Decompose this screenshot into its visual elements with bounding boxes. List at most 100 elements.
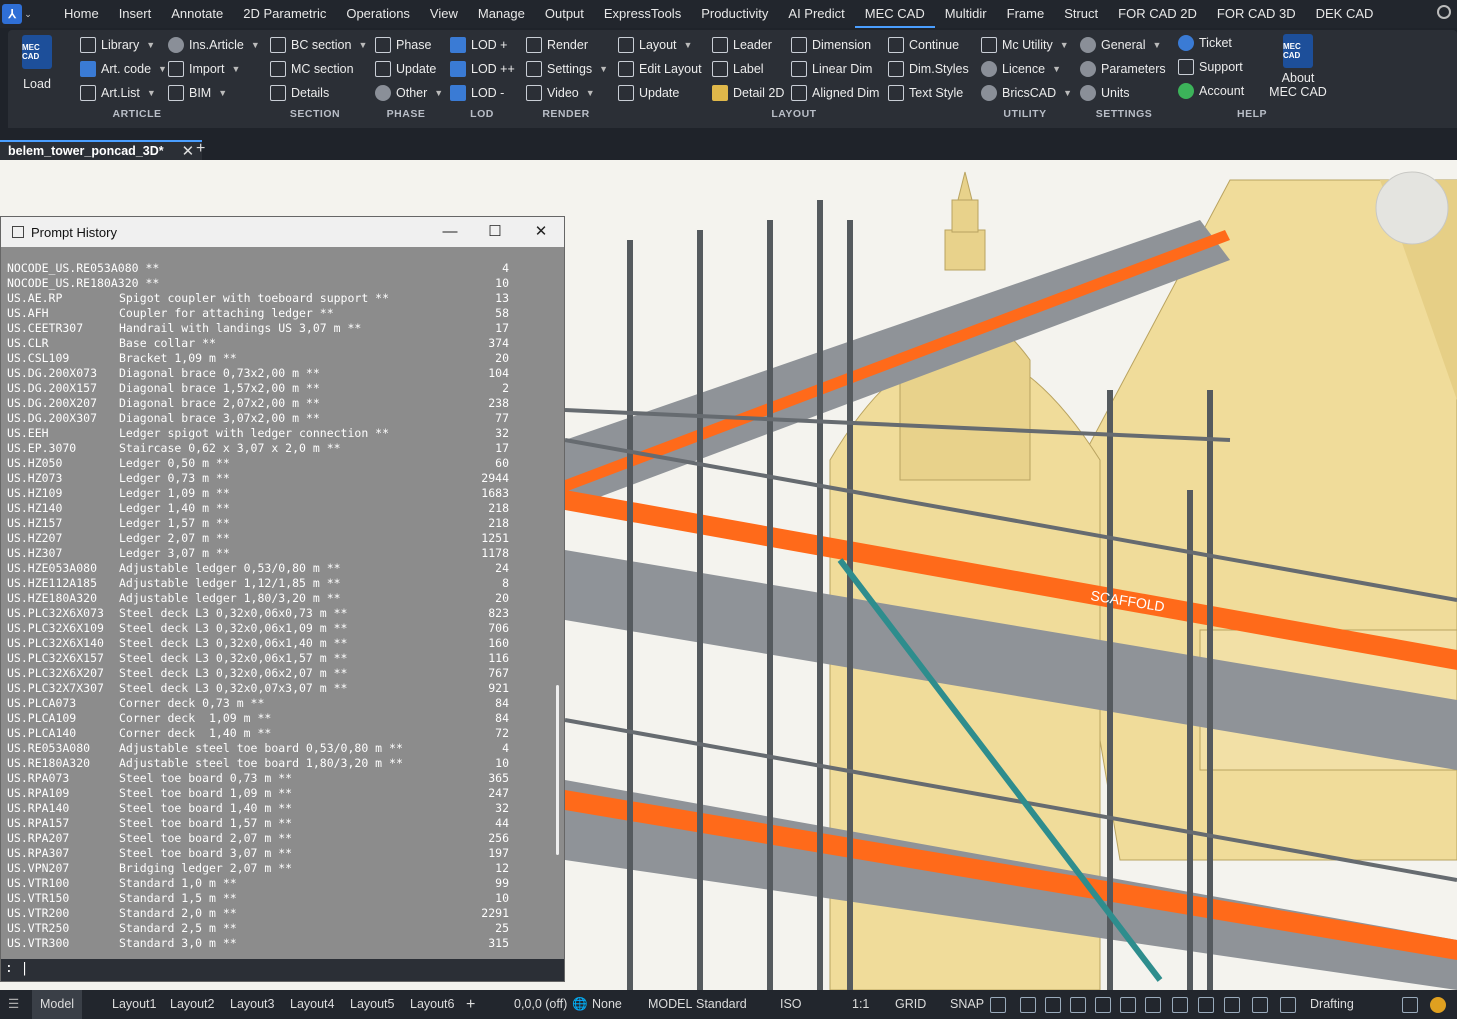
menu-for-cad-2d[interactable]: FOR CAD 2D [1108,0,1207,28]
menu-icon[interactable]: ☰ [8,990,19,1019]
menu-struct[interactable]: Struct [1054,0,1108,28]
layout-button[interactable]: Layout ▼ [618,35,692,55]
add-tab-button[interactable]: + [196,140,205,158]
dynamic-ucs-icon[interactable] [1224,990,1240,1019]
maximize-button[interactable]: ☐ [484,221,506,243]
load-button[interactable]: Load [22,77,52,91]
tab-model[interactable]: Model [32,990,83,1019]
details-button[interactable]: Details [270,83,329,103]
style-dropdown[interactable]: Standard [696,990,747,1019]
account-button[interactable]: Account [1178,81,1244,101]
continue-button[interactable]: Continue [888,35,959,55]
print-icon[interactable] [1402,990,1418,1019]
tracking-icon[interactable] [1095,990,1111,1019]
text-style-button[interactable]: Text Style [888,83,963,103]
customize-icon[interactable] [1280,990,1296,1019]
scrollbar-thumb[interactable] [556,685,559,855]
tab-layout2[interactable]: Layout2 [170,990,214,1019]
tab-layout5[interactable]: Layout5 [350,990,394,1019]
art-list-button[interactable]: Art.List ▼ [80,83,156,103]
menu-annotate[interactable]: Annotate [161,0,233,28]
menu-home[interactable]: Home [54,0,109,28]
command-input[interactable]: : | [1,959,564,981]
menu-mec-cad[interactable]: MEC CAD [854,0,935,28]
bricscad-button[interactable]: BricsCAD ▼ [981,83,1072,103]
menu-dek-cad[interactable]: DEK CAD [1306,0,1384,28]
app-menu-button[interactable]: ⅄ ⌄ [0,0,34,28]
library-button[interactable]: Library ▼ [80,35,155,55]
parameters-button[interactable]: Parameters [1080,59,1166,79]
coordinate-system[interactable]: None [592,990,622,1019]
support-button[interactable]: Support [1178,57,1243,77]
bc-section-button[interactable]: BC section ▼ [270,35,367,55]
about-mec-cad-logo-icon[interactable]: MEC CAD [1283,34,1313,68]
menu-operations[interactable]: Operations [336,0,420,28]
grid-toggle[interactable]: GRID [895,990,926,1019]
menu-productivity[interactable]: Productivity [691,0,778,28]
leader-button[interactable]: Leader [712,35,772,55]
lineweight-icon[interactable] [1120,990,1136,1019]
bim-button[interactable]: BIM ▼ [168,83,227,103]
licence-button[interactable]: Licence ▼ [981,59,1061,79]
phase-button[interactable]: Phase [375,35,431,55]
polar-icon[interactable] [1020,990,1036,1019]
general-button[interactable]: General ▼ [1080,35,1161,55]
menu-output[interactable]: Output [535,0,594,28]
menu-multidir[interactable]: Multidir [935,0,997,28]
mc-section-button[interactable]: MC section [270,59,354,79]
workspace-dropdown[interactable]: Drafting [1310,990,1354,1019]
coordinates-readout[interactable]: 0,0,0 (off) [514,990,567,1019]
about-mec-cad-button[interactable]: About MEC CAD [1266,71,1330,99]
lod-plus-button[interactable]: LOD + [450,35,507,55]
prompt-history-titlebar[interactable]: Prompt History — ☐ ✕ [1,217,564,247]
dim-style-dropdown[interactable]: ISO [780,990,802,1019]
dimension-button[interactable]: Dimension [791,35,871,55]
art-code-button[interactable]: Art. code ▼ [80,59,167,79]
close-icon[interactable]: ✕ [182,142,195,160]
menu-ai-predict[interactable]: AI Predict [778,0,854,28]
snap-toggle[interactable]: SNAP [950,990,984,1019]
close-button[interactable]: ✕ [530,221,552,243]
menu-frame[interactable]: Frame [997,0,1055,28]
aligned-dim-button[interactable]: Aligned Dim [791,83,879,103]
menu-expresstools[interactable]: ExpressTools [594,0,691,28]
menu-2d-parametric[interactable]: 2D Parametric [233,0,336,28]
document-tab[interactable]: belem_tower_poncad_3D* ✕ [0,140,203,160]
notification-icon[interactable] [1430,990,1446,1019]
linear-dim-button[interactable]: Linear Dim [791,59,872,79]
render-settings-button[interactable]: Settings ▼ [526,59,608,79]
lod-plus-plus-button[interactable]: LOD ++ [450,59,515,79]
tab-layout6[interactable]: Layout6 [410,990,454,1019]
selection-cycle-icon[interactable] [1198,990,1214,1019]
menu-view[interactable]: View [420,0,468,28]
model-space-toggle[interactable]: MODEL [648,990,692,1019]
video-button[interactable]: Video ▼ [526,83,595,103]
dim-styles-button[interactable]: Dim.Styles [888,59,969,79]
edit-layout-button[interactable]: Edit Layout [618,59,702,79]
phase-update-button[interactable]: Update [375,59,436,79]
ticket-button[interactable]: Ticket [1178,33,1232,53]
ins-article-button[interactable]: Ins.Article ▼ [168,35,260,55]
tab-layout4[interactable]: Layout4 [290,990,334,1019]
magnet-icon[interactable] [1070,990,1086,1019]
hardware-accel-icon[interactable] [1252,990,1268,1019]
search-icon[interactable] [1437,5,1451,19]
detail-2d-button[interactable]: Detail 2D [712,83,784,103]
phase-other-button[interactable]: Other ▼ [375,83,443,103]
units-button[interactable]: Units [1080,83,1129,103]
layout-update-button[interactable]: Update [618,83,679,103]
lod-minus-button[interactable]: LOD - [450,83,504,103]
add-layout-button[interactable]: + [466,990,475,1019]
annotation-scale[interactable]: 1:1 [852,990,869,1019]
scrollbar[interactable] [549,247,564,959]
label-button[interactable]: Label [712,59,764,79]
tab-layout3[interactable]: Layout3 [230,990,274,1019]
menu-manage[interactable]: Manage [468,0,535,28]
tab-layout1[interactable]: Layout1 [112,990,156,1019]
minimize-button[interactable]: — [439,221,461,243]
ortho-icon[interactable] [990,990,1006,1019]
quick-props-icon[interactable] [1172,990,1188,1019]
transparency-icon[interactable] [1145,990,1161,1019]
render-button[interactable]: Render [526,35,588,55]
mec-cad-logo-icon[interactable]: MEC CAD [22,35,52,69]
